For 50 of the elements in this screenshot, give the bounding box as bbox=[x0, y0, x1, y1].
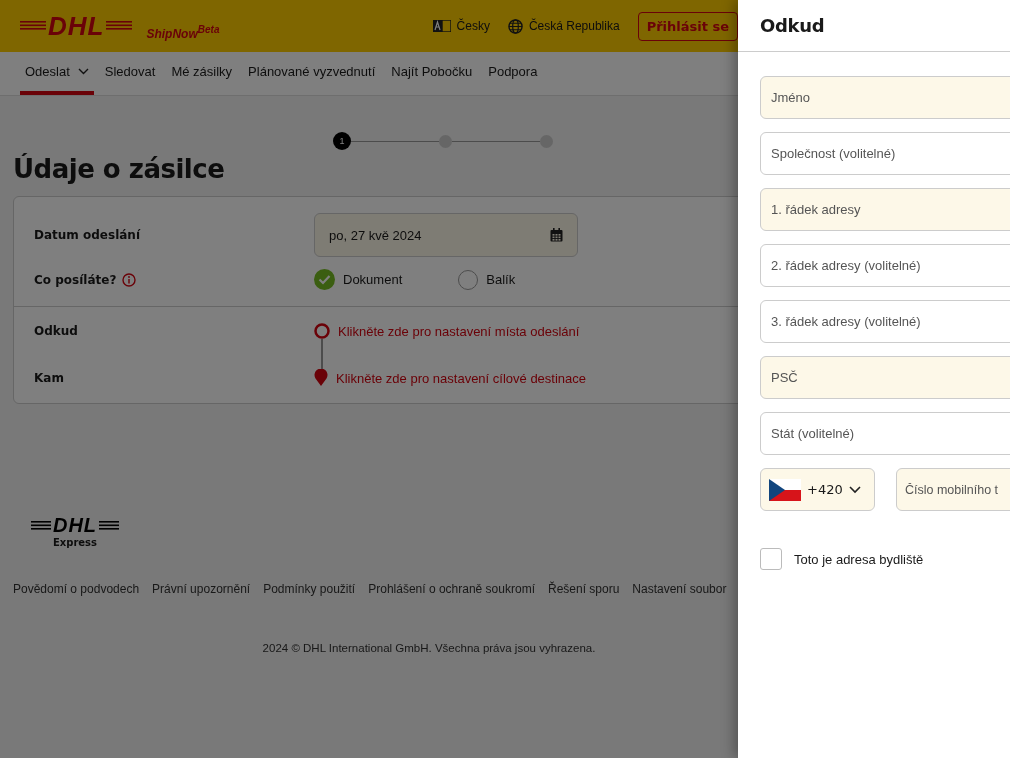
origin-circle-icon bbox=[314, 323, 330, 339]
shipment-type-option[interactable]: Balík bbox=[458, 269, 516, 290]
step-indicator: 1 bbox=[333, 132, 351, 150]
footer-link[interactable]: Nastavení soubor bbox=[632, 582, 727, 596]
calendar-icon bbox=[550, 228, 563, 242]
dhl-logo: DHL bbox=[30, 514, 120, 537]
panel-title: Odkud bbox=[760, 15, 825, 36]
checkbox[interactable] bbox=[760, 548, 782, 570]
page-title: Údaje o zásilce bbox=[13, 154, 226, 184]
phone-field[interactable]: Číslo mobilního t bbox=[896, 468, 1010, 511]
input-field[interactable]: Jméno bbox=[760, 76, 1010, 119]
date-label: Datum odeslání bbox=[34, 228, 142, 242]
dhl-logo[interactable]: DHL bbox=[20, 10, 133, 42]
language-link[interactable]: Česky bbox=[456, 19, 490, 33]
copyright-text: 2024 © DHL International GmbH. Všechna práva jsou vyhrazena. bbox=[261, 642, 597, 654]
checkbox-label[interactable]: Toto je adresa bydliště bbox=[794, 551, 924, 567]
location-pin-icon bbox=[314, 369, 328, 387]
nav-tab[interactable]: Podpora bbox=[483, 52, 543, 95]
shipment-type-label: Co posíláte? bbox=[34, 272, 117, 287]
footer-link[interactable]: Podmínky použití bbox=[263, 582, 356, 596]
origin-label: Odkud bbox=[34, 324, 79, 338]
nav-tab[interactable]: Sledovat bbox=[99, 52, 161, 95]
footer-link[interactable]: Povědomí o podvodech bbox=[13, 582, 140, 596]
nav-tab[interactable]: Mé zásilky bbox=[166, 52, 238, 95]
origin-link[interactable]: Klikněte zde pro nastavení místa odeslání bbox=[338, 323, 580, 339]
nav-tab[interactable]: Plánované vyzvednutí bbox=[243, 52, 381, 95]
globe-icon[interactable] bbox=[507, 18, 523, 34]
footer-link[interactable]: Řešení sporu bbox=[547, 582, 620, 596]
shipment-type-option[interactable]: Dokument bbox=[314, 269, 403, 290]
country-link[interactable]: Česká Republika bbox=[528, 19, 620, 33]
footer-link[interactable]: Prohlášení o ochraně soukromí bbox=[368, 582, 535, 596]
input-field[interactable]: Stát (volitelné) bbox=[760, 412, 1010, 455]
input-field[interactable]: 1. řádek adresy bbox=[760, 188, 1010, 231]
nav-tab[interactable]: Najít Pobočku bbox=[386, 52, 478, 95]
footer-link[interactable]: Právní upozornění bbox=[152, 582, 251, 596]
input-field[interactable]: 3. řádek adresy (volitelné) bbox=[760, 300, 1010, 343]
chevron-down-icon bbox=[848, 485, 861, 494]
input-field[interactable]: PSČ bbox=[760, 356, 1010, 399]
destination-link[interactable]: Klikněte zde pro nastavení cílové destinace bbox=[336, 370, 587, 386]
input-field[interactable]: 2. řádek adresy (volitelné) bbox=[760, 244, 1010, 287]
product-name: ShipNow$^{Beta}$ bbox=[146, 23, 220, 41]
info-icon[interactable] bbox=[122, 272, 137, 287]
destination-label: Kam bbox=[34, 371, 65, 385]
date-field[interactable]: po, 27 kvě 2024 bbox=[314, 213, 578, 257]
logo-subtitle: Express bbox=[52, 537, 98, 548]
input-field[interactable]: Společnost (volitelné) bbox=[760, 132, 1010, 175]
flag-icon bbox=[769, 478, 801, 501]
country-code-select[interactable]: +420 bbox=[760, 468, 875, 511]
language-icon[interactable] bbox=[432, 20, 451, 32]
chevron-down-icon bbox=[77, 68, 89, 75]
